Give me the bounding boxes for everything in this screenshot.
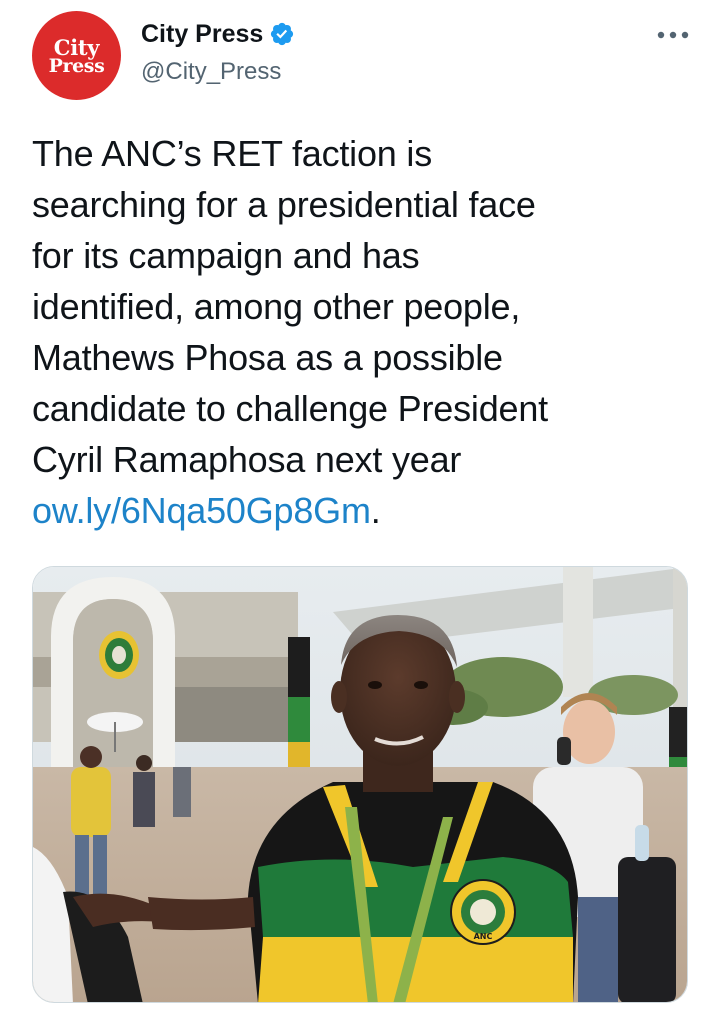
photo-illustration: ANC: [33, 567, 687, 1002]
tweet-media-photo[interactable]: ANC: [32, 566, 688, 1003]
tweet-text-line: for its campaign and has: [32, 235, 420, 276]
display-name[interactable]: City Press: [141, 16, 263, 52]
tweet-text: The ANC’s RET faction is searching for a…: [32, 128, 692, 536]
tweet-link-line: ow.ly/6Nqa50Gp8Gm.: [32, 485, 692, 536]
badge-logo-text: ANC: [474, 932, 493, 941]
tweet-header: City Press @City_Press: [141, 16, 295, 90]
tweet-text-line: Mathews Phosa as a possible: [32, 337, 503, 378]
name-row: City Press: [141, 16, 295, 52]
handle[interactable]: @City_Press: [141, 54, 295, 90]
tweet-card: City Press City Press @City_Press The AN…: [0, 0, 720, 1018]
avatar[interactable]: City Press: [32, 11, 121, 100]
tweet-text-line: identified, among other people,: [32, 286, 521, 327]
more-options-icon: [657, 31, 689, 39]
tweet-link-trailing: .: [370, 490, 381, 531]
more-options-button[interactable]: [651, 20, 695, 50]
avatar-logo-press: Press: [48, 55, 105, 77]
tweet-text-line: The ANC’s RET faction is: [32, 133, 433, 174]
tweet-text-line: candidate to challenge President: [32, 388, 548, 429]
verified-badge-icon: [271, 22, 294, 46]
tweet-link[interactable]: ow.ly/6Nqa50Gp8Gm: [32, 490, 371, 531]
tweet-text-line: searching for a presidential face: [32, 184, 536, 225]
tweet-text-line: Cyril Ramaphosa next year: [32, 439, 462, 480]
